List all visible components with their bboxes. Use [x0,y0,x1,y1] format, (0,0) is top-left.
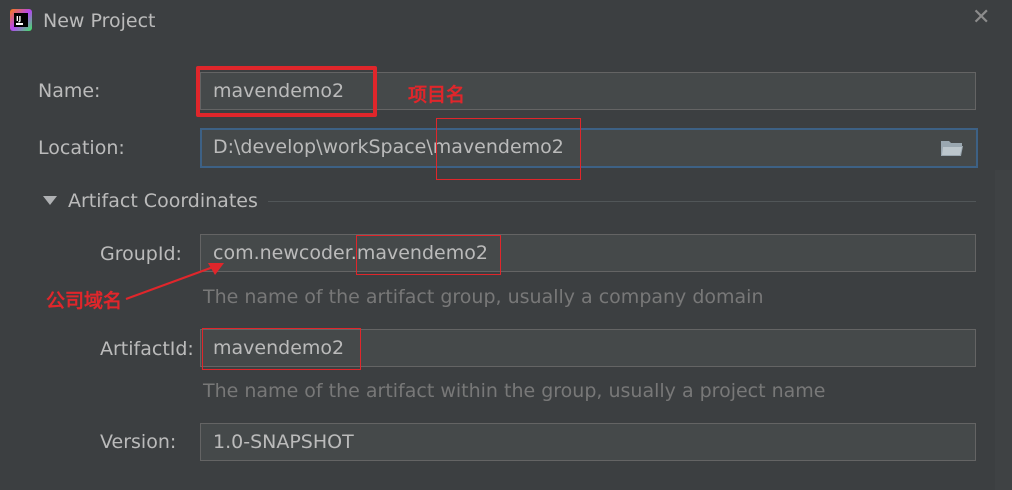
scrollbar[interactable] [995,170,1012,490]
name-label: Name: [38,80,101,102]
project-name-annotation: 项目名 [408,84,466,106]
folder-icon[interactable] [940,138,964,158]
app-icon: IJ [10,9,32,31]
annotation-arrow [125,263,224,301]
svg-text:IJ: IJ [16,15,21,23]
location-label: Location: [38,137,125,159]
artifactid-highlight-box [202,328,361,370]
window-title: New Project [43,10,156,32]
company-domain-annotation: 公司域名 [46,290,123,312]
artifactid-label: ArtifactId: [100,338,194,360]
name-highlight-box [196,66,377,117]
location-highlight-box [436,118,581,180]
groupid-input[interactable]: com.newcoder.mavendemo2 [200,234,976,272]
section-title[interactable]: Artifact Coordinates [68,188,258,214]
version-label: Version: [100,431,177,453]
section-divider [268,201,976,202]
artifactid-hint: The name of the artifact within the grou… [203,380,826,402]
version-input[interactable]: 1.0-SNAPSHOT [200,423,976,461]
close-icon[interactable]: ✕ [972,6,990,30]
groupid-highlight-box [356,235,501,275]
location-input[interactable]: D:\develop\workSpace\mavendemo2 [200,128,978,168]
groupid-hint: The name of the artifact group, usually … [203,286,764,308]
triangle-down-icon[interactable] [42,194,58,206]
